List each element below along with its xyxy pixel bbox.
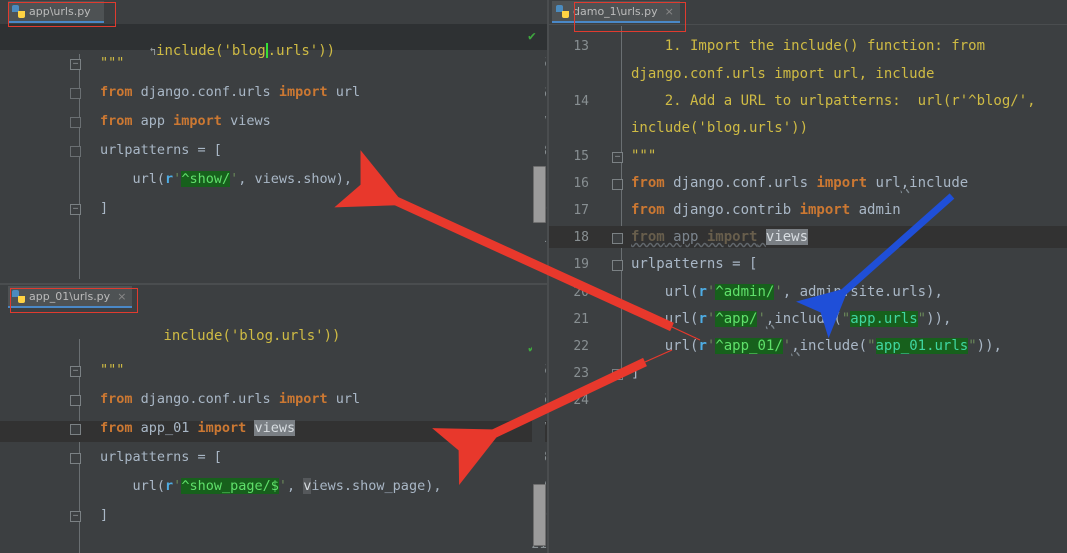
fold-marker-icon[interactable] xyxy=(70,117,81,128)
code-line: urlpatterns = [ xyxy=(100,449,222,465)
fold-marker-icon[interactable]: ─ xyxy=(612,152,623,163)
code-line: from app import views xyxy=(631,229,809,245)
code-line: from django.conf.urls import url xyxy=(100,84,361,100)
line-number: 14 xyxy=(573,94,589,109)
fold-marker-icon[interactable]: ─ xyxy=(70,204,81,215)
tab-app01-urls[interactable]: app_01\urls.py × xyxy=(8,286,133,308)
fold-marker-icon[interactable] xyxy=(70,453,81,464)
code-line: ] xyxy=(100,507,109,523)
fold-marker-icon[interactable] xyxy=(612,179,623,190)
tabbar-damo1-urls: damo_1\urls.py × xyxy=(549,0,1067,25)
line-number: 20 xyxy=(573,285,589,300)
line-number: 23 xyxy=(573,366,589,381)
editor-panel-app-urls: app\urls.py ↰include('blog.urls')) ✔ 15 … xyxy=(0,0,547,283)
tab-app-urls[interactable]: app\urls.py xyxy=(8,1,104,23)
line-number: 15 xyxy=(573,149,589,164)
code-line: from django.contrib import admin xyxy=(631,202,901,218)
code-text: """ xyxy=(100,55,125,71)
editor-panel-app01-urls: app_01\urls.py × include('blog.urls')) ✔… xyxy=(0,285,547,553)
tab-damo1-urls[interactable]: damo_1\urls.py × xyxy=(552,1,680,23)
code-line: url(r'^admin/', admin.site.urls), xyxy=(631,284,943,300)
fold-marker-icon[interactable] xyxy=(70,395,81,406)
line-number: 21 xyxy=(573,312,589,327)
fold-marker-icon[interactable]: ─ xyxy=(612,369,623,380)
code-line: ] xyxy=(100,200,109,216)
code-body-app01-urls: include('blog.urls')) ✔ 15 16 17 18 19 2… xyxy=(0,309,547,553)
vertical-scrollbar-thumb[interactable] xyxy=(533,484,546,546)
fold-marker-icon[interactable]: ─ xyxy=(70,511,81,522)
sticky-code-line-app01: include('blog.urls')) xyxy=(0,309,547,344)
code-line: url(r'^show_page/$', views.show_page), xyxy=(100,478,442,494)
fold-marker-icon[interactable] xyxy=(612,233,623,244)
line-number: 17 xyxy=(573,203,589,218)
python-file-icon xyxy=(12,289,25,303)
close-icon[interactable]: × xyxy=(665,5,674,18)
code-line: urlpatterns = [ xyxy=(631,256,758,272)
line-number: 16 xyxy=(573,176,589,191)
code-text: """ xyxy=(100,362,125,378)
fold-marker-icon[interactable] xyxy=(70,146,81,157)
fold-marker-icon[interactable]: ─ xyxy=(70,366,81,377)
fold-marker-icon[interactable] xyxy=(612,260,623,271)
line-number: 22 xyxy=(573,339,589,354)
fold-guide-line xyxy=(621,26,622,376)
sticky-code-text: include('blog.urls')) xyxy=(163,328,341,344)
tabbar-app01-urls: app_01\urls.py × xyxy=(0,285,547,310)
line-number: 18 xyxy=(573,230,589,245)
code-line: url(r'^app_01/',include("app_01.urls")), xyxy=(631,338,1002,354)
code-line: urlpatterns = [ xyxy=(100,142,222,158)
code-text: django.conf.urls import url, include xyxy=(631,66,935,82)
sticky-code-line-app: ↰include('blog .urls')) xyxy=(0,24,547,59)
code-line: from app import views xyxy=(100,113,271,129)
sticky-code-text-b: .urls')) xyxy=(267,43,336,59)
inspection-ok-badge[interactable]: ✔ xyxy=(528,29,536,44)
close-icon[interactable]: × xyxy=(117,290,126,303)
code-line: url(r'^show/', views.show), xyxy=(100,171,353,187)
code-text: 2. Add a URL to urlpatterns: url(r'^blog… xyxy=(631,93,1036,109)
fold-marker-icon[interactable] xyxy=(70,88,81,99)
tab-label: app\urls.py xyxy=(29,4,91,18)
code-line: from app_01 import views xyxy=(100,420,296,436)
code-text: 1. Import the include() function: from xyxy=(631,38,986,54)
code-line: ] xyxy=(631,365,640,381)
tabbar-app-urls: app\urls.py xyxy=(0,0,547,25)
pycharm-editor-window: app\urls.py ↰include('blog.urls')) ✔ 15 … xyxy=(0,0,1067,553)
code-line: url(r'^app/',include("app.urls")), xyxy=(631,311,952,327)
tab-label: app_01\urls.py xyxy=(29,289,111,303)
vertical-scrollbar-thumb[interactable] xyxy=(533,166,546,223)
code-body-app-urls: ↰include('blog.urls')) ✔ 15 16 17 18 19 … xyxy=(0,24,547,283)
editor-panel-damo1-urls: damo_1\urls.py × 13 14 15 16 17 18 19 20… xyxy=(549,0,1067,553)
line-number: 13 xyxy=(573,39,589,54)
code-text: """ xyxy=(631,148,657,164)
fold-marker-icon[interactable]: ─ xyxy=(70,59,81,70)
code-line: from django.conf.urls import url,include xyxy=(631,175,969,191)
code-text: include('blog.urls')) xyxy=(631,120,809,136)
code-line: from django.conf.urls import url xyxy=(100,391,361,407)
line-number: 24 xyxy=(573,393,589,408)
line-number: 19 xyxy=(573,257,589,272)
code-body-damo1-urls: 13 14 15 16 17 18 19 20 21 22 23 24 ─ ─ … xyxy=(549,26,1067,553)
python-file-icon xyxy=(556,4,569,18)
fold-marker-icon[interactable] xyxy=(70,424,81,435)
tab-label: damo_1\urls.py xyxy=(573,4,658,18)
python-file-icon xyxy=(12,4,25,18)
sticky-code-text-a: include( xyxy=(156,43,224,59)
